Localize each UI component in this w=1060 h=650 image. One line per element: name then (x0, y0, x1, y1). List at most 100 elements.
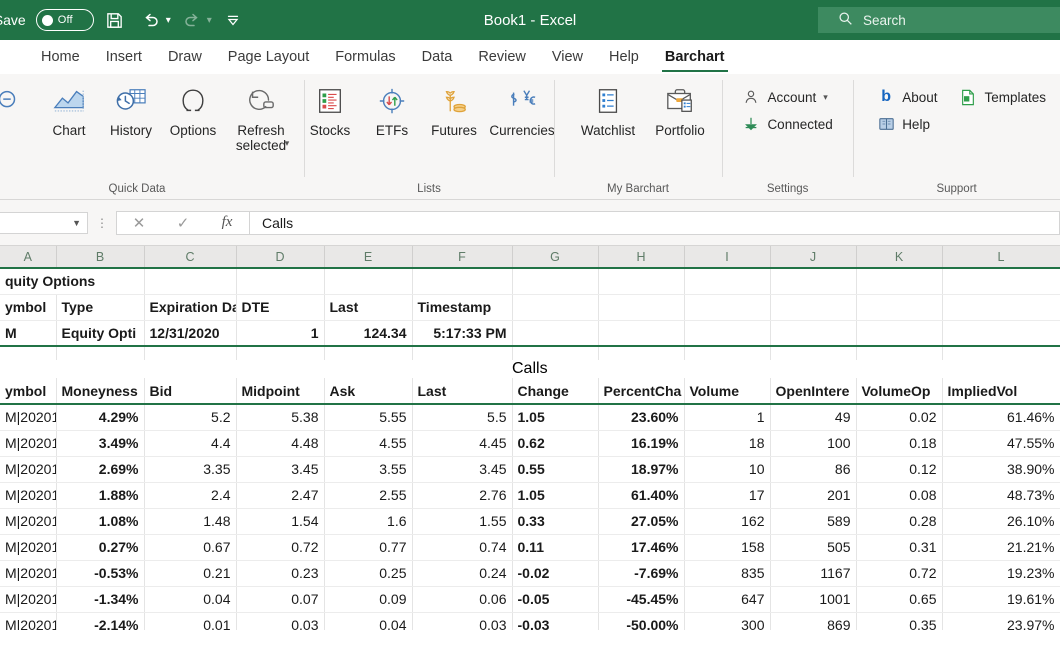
cell-volume-oi[interactable]: 0.35 (856, 612, 943, 630)
confirm-icon[interactable]: ✓ (161, 214, 205, 232)
th-midpoint[interactable]: Midpoint (236, 378, 325, 405)
cell-volume[interactable]: 162 (684, 508, 771, 535)
cell-symbol[interactable]: M|20201 (0, 534, 57, 561)
cell-empty[interactable] (770, 294, 857, 321)
cell-percent-change[interactable]: 18.97% (598, 456, 685, 483)
cell-bid[interactable]: 0.01 (144, 612, 237, 630)
column-header-l[interactable]: L (942, 246, 1060, 269)
search-input[interactable]: Search (818, 7, 1060, 33)
cell-empty[interactable] (144, 346, 237, 360)
cell-empty[interactable] (412, 360, 512, 378)
cell-ask[interactable]: 0.25 (324, 560, 413, 587)
about-button[interactable]: b About (873, 88, 941, 106)
cell-change[interactable]: 0.11 (512, 534, 599, 561)
summary-value-dte[interactable]: 1 (236, 320, 325, 347)
tab-draw[interactable]: Draw (155, 47, 215, 74)
column-header-j[interactable]: J (770, 246, 857, 269)
th-volume[interactable]: Volume (684, 378, 771, 405)
tab-help[interactable]: Help (596, 47, 652, 74)
cell-change[interactable]: -0.02 (512, 560, 599, 587)
undo-icon[interactable] (136, 5, 166, 35)
cell-moneyness[interactable]: 0.27% (56, 534, 145, 561)
cell-symbol[interactable]: M|20201 (0, 430, 57, 457)
cell-symbol[interactable]: M|20201 (0, 482, 57, 509)
th-change[interactable]: Change (512, 378, 599, 405)
currencies-button[interactable]: Currencies (485, 78, 559, 138)
cell-moneyness[interactable]: 4.29% (56, 404, 145, 431)
cell-empty[interactable] (412, 268, 513, 295)
cell-volume-oi[interactable]: 0.28 (856, 508, 943, 535)
cell-empty[interactable] (598, 320, 685, 347)
cell-empty[interactable] (856, 268, 943, 295)
column-header-h[interactable]: H (598, 246, 685, 269)
cell-empty[interactable] (56, 360, 144, 378)
cell-open-interest[interactable]: 49 (770, 404, 857, 431)
cell-midpoint[interactable]: 0.07 (236, 586, 325, 613)
summary-value-type[interactable]: Equity Opti (56, 320, 145, 347)
options-button[interactable]: Options (162, 78, 224, 138)
th-moneyness[interactable]: Moneyness (56, 378, 145, 405)
cell-change[interactable]: 0.33 (512, 508, 599, 535)
tab-review[interactable]: Review (465, 47, 539, 74)
cell-percent-change[interactable]: -45.45% (598, 586, 685, 613)
cell-empty[interactable] (684, 268, 771, 295)
cell-open-interest[interactable]: 201 (770, 482, 857, 509)
connected-status[interactable]: Connected (738, 115, 836, 133)
account-button[interactable]: Account ▾ (738, 88, 836, 106)
summary-header-symbol[interactable]: ymbol (0, 294, 57, 321)
cell-empty[interactable] (236, 268, 325, 295)
cell-percent-change[interactable]: -50.00% (598, 612, 685, 630)
tab-view[interactable]: View (539, 47, 596, 74)
cell-empty[interactable] (236, 360, 324, 378)
quote-button[interactable] (0, 78, 38, 123)
summary-header-dte[interactable]: DTE (236, 294, 325, 321)
cell-percent-change[interactable]: -7.69% (598, 560, 685, 587)
cell-volume[interactable]: 10 (684, 456, 771, 483)
cell-empty[interactable] (684, 320, 771, 347)
cell-midpoint[interactable]: 3.45 (236, 456, 325, 483)
tab-insert[interactable]: Insert (93, 47, 155, 74)
cell-implied-volatility[interactable]: 23.97% (942, 612, 1060, 630)
tab-home[interactable]: Home (28, 47, 93, 74)
cell-bid[interactable]: 1.48 (144, 508, 237, 535)
cell-empty[interactable] (412, 346, 513, 360)
summary-value-expiration-date[interactable]: 12/31/2020 (144, 320, 237, 347)
cell-open-interest[interactable]: 589 (770, 508, 857, 535)
cancel-icon[interactable]: ✕ (117, 214, 161, 232)
column-header-c[interactable]: C (144, 246, 237, 269)
cell-last[interactable]: 0.06 (412, 586, 513, 613)
cell-percent-change[interactable]: 27.05% (598, 508, 685, 535)
cell-bid[interactable]: 2.4 (144, 482, 237, 509)
cell-volume[interactable]: 300 (684, 612, 771, 630)
cell-ask[interactable]: 0.77 (324, 534, 413, 561)
cell-moneyness[interactable]: 2.69% (56, 456, 145, 483)
cell-bid[interactable]: 4.4 (144, 430, 237, 457)
cell-ask[interactable]: 3.55 (324, 456, 413, 483)
cell-open-interest[interactable]: 100 (770, 430, 857, 457)
cell-volume-oi[interactable]: 0.12 (856, 456, 943, 483)
cell-last[interactable]: 5.5 (412, 404, 513, 431)
cell-change[interactable]: 0.62 (512, 430, 599, 457)
cell-ask[interactable]: 0.04 (324, 612, 413, 630)
cell-symbol[interactable]: M|20201 (0, 456, 57, 483)
cell-volume[interactable]: 647 (684, 586, 771, 613)
cell-moneyness[interactable]: -1.34% (56, 586, 145, 613)
cell-empty[interactable] (56, 346, 145, 360)
cell-symbol[interactable]: M|20201 (0, 508, 57, 535)
th-volume-oi[interactable]: VolumeOp (856, 378, 943, 405)
cell-empty[interactable] (770, 320, 857, 347)
cell-volume-oi[interactable]: 0.08 (856, 482, 943, 509)
summary-header-type[interactable]: Type (56, 294, 145, 321)
th-ask[interactable]: Ask (324, 378, 413, 405)
cell-last[interactable]: 0.74 (412, 534, 513, 561)
cell-last[interactable]: 3.45 (412, 456, 513, 483)
watchlist-button[interactable]: Watchlist (572, 78, 644, 138)
cell-volume[interactable]: 158 (684, 534, 771, 561)
cell-implied-volatility[interactable]: 48.73% (942, 482, 1060, 509)
cell-empty[interactable] (144, 268, 237, 295)
autosave-toggle[interactable]: Off (35, 9, 94, 31)
cell-change[interactable]: 1.05 (512, 482, 599, 509)
cell-empty[interactable] (942, 294, 1060, 321)
cell-last[interactable]: 0.24 (412, 560, 513, 587)
cell-empty[interactable] (942, 320, 1060, 347)
